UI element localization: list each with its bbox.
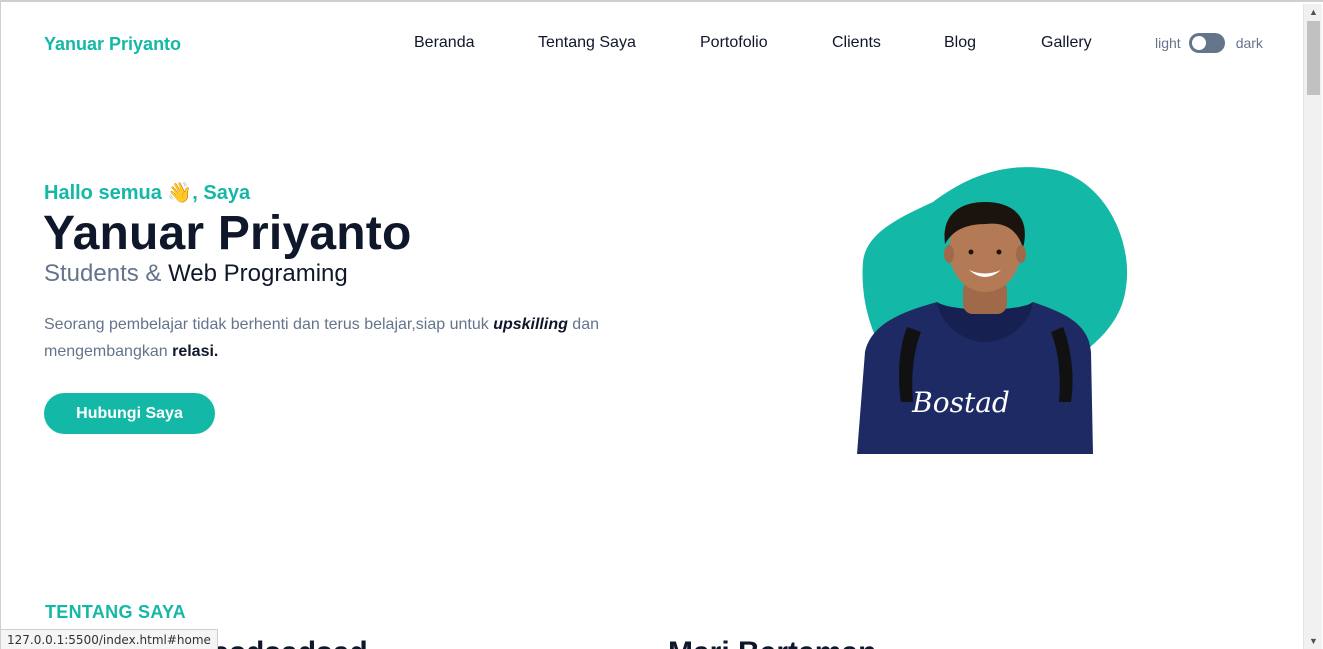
- waving-hand-icon: 👋: [167, 182, 193, 204]
- eye-right: [996, 249, 1002, 255]
- about-subheading-partial: Mari Berteman: [668, 636, 876, 649]
- browser-status-url: 127.0.0.1:5500/index.html#home: [1, 629, 218, 649]
- contact-button[interactable]: Hubungi Saya: [44, 393, 215, 434]
- hero-role: Students & Web Programing: [44, 260, 348, 288]
- nav-item-clients[interactable]: Clients: [832, 34, 881, 52]
- scroll-up-arrow-icon[interactable]: ▲: [1304, 4, 1323, 20]
- toggle-knob: [1191, 36, 1206, 50]
- role-primary: Students: [44, 260, 139, 287]
- greeting-text: Hallo semua: [44, 182, 168, 204]
- ear-right: [1016, 245, 1026, 263]
- scroll-down-arrow-icon[interactable]: ▼: [1304, 633, 1323, 649]
- theme-switcher: light dark: [1155, 33, 1263, 53]
- nav-item-beranda[interactable]: Beranda: [414, 34, 475, 52]
- desc-emphasis: upskilling: [493, 316, 568, 333]
- role-secondary: Web Programing: [168, 260, 348, 287]
- desc-text-1: Seorang pembelajar tidak berhenti dan te…: [44, 316, 494, 333]
- nav-item-portofolio[interactable]: Portofolio: [700, 34, 768, 52]
- shirt-signature-text: Bostad: [911, 386, 1010, 419]
- nav-item-tentang-saya[interactable]: Tentang Saya: [538, 34, 636, 52]
- theme-light-label: light: [1155, 35, 1181, 51]
- ear-left: [944, 245, 954, 263]
- vertical-scrollbar[interactable]: ▲ ▼: [1303, 4, 1322, 649]
- eye-left: [968, 249, 974, 255]
- desc-strong: relasi.: [172, 343, 219, 360]
- hero-description: Seorang pembelajar tidak berhenti dan te…: [44, 311, 644, 365]
- role-ampersand: &: [138, 260, 169, 287]
- nav-item-blog[interactable]: Blog: [944, 34, 976, 52]
- about-section-title: TENTANG SAYA: [45, 602, 186, 622]
- scroll-thumb[interactable]: [1307, 21, 1320, 95]
- hero-greeting: Hallo semua 👋, Saya: [44, 180, 250, 205]
- greeting-suffix: , Saya: [192, 182, 251, 204]
- hero-name: Yanuar Priyanto: [43, 207, 412, 260]
- theme-dark-label: dark: [1235, 35, 1263, 51]
- main-nav: Beranda Tentang Saya Portofolio Clients …: [1, 34, 1323, 54]
- browser-viewport: Yanuar Priyanto Beranda Tentang Saya Por…: [0, 0, 1323, 649]
- dark-mode-toggle[interactable]: [1188, 33, 1225, 53]
- hero-portrait: Bostad: [857, 167, 1128, 454]
- nav-item-gallery[interactable]: Gallery: [1041, 34, 1092, 52]
